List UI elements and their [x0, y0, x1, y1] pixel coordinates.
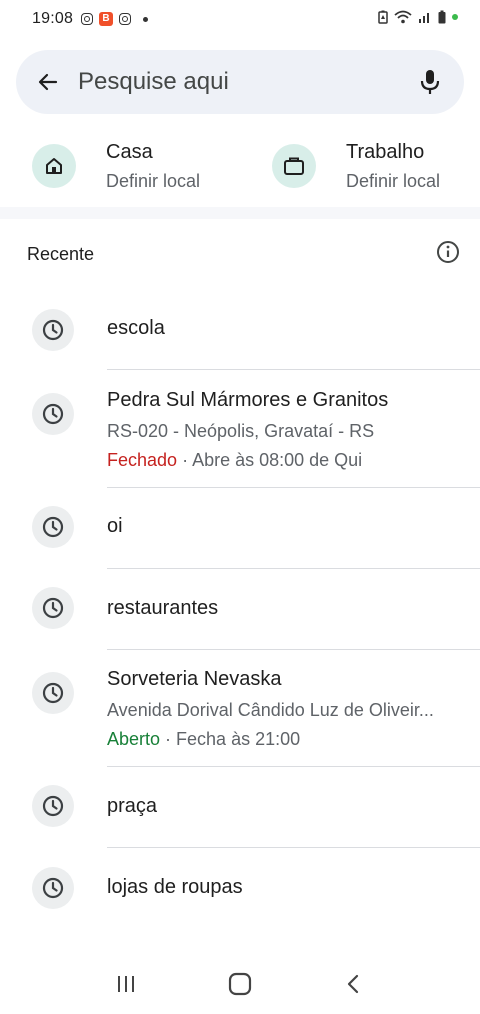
item-label: lojas de roupas [107, 876, 243, 898]
list-item[interactable]: restaurantes [0, 569, 480, 650]
system-icons [378, 10, 458, 24]
item-label: Pedra Sul Mármores e Granitos [107, 389, 389, 411]
closing-hours: · Fecha às 21:00 [160, 729, 301, 749]
opening-hours: · Abre às 08:00 de Qui [177, 450, 363, 470]
status-bar: 19:08 B [0, 0, 480, 38]
item-label: restaurantes [107, 597, 219, 619]
section-separator [0, 207, 480, 219]
instagram-icon [119, 13, 132, 25]
saved-places: Casa Definir local Trabalho Definir loca… [0, 138, 480, 198]
item-hours: Aberto · Fecha às 21:00 [107, 729, 300, 750]
item-hours: Fechado · Abre às 08:00 de Qui [107, 450, 362, 471]
home-button-icon[interactable] [227, 971, 253, 997]
history-icon [32, 309, 74, 351]
list-item[interactable]: oi [0, 488, 480, 569]
briefcase-icon [272, 144, 316, 188]
home-icon [32, 144, 76, 188]
list-item[interactable]: lojas de roupas [0, 848, 480, 929]
status-closed: Fechado [107, 450, 178, 470]
recent-heading: Recente [27, 244, 95, 264]
saved-place-title: Casa [106, 141, 153, 163]
recent-apps-icon[interactable] [114, 972, 138, 996]
wifi-icon [394, 10, 412, 24]
system-navigation-bar [0, 954, 480, 1014]
status-open: Aberto [107, 729, 161, 749]
item-address: RS-020 - Neópolis, Gravataí - RS [107, 421, 375, 441]
history-icon [32, 393, 74, 435]
item-address: Avenida Dorival Cândido Luz de Oliveir..… [107, 700, 434, 720]
item-label: praça [107, 795, 158, 817]
signal-icon [419, 13, 429, 23]
back-arrow-icon[interactable] [34, 68, 62, 96]
list-item[interactable]: praça [0, 767, 480, 848]
saved-place-home[interactable]: Casa Definir local [32, 138, 200, 196]
history-icon [32, 867, 74, 909]
battery-saver-icon [378, 10, 388, 24]
list-item[interactable]: escola [0, 300, 480, 370]
status-time: 19:08 [32, 10, 74, 27]
info-icon[interactable] [436, 240, 460, 264]
saved-place-subtitle: Definir local [346, 171, 441, 191]
search-input[interactable]: Pesquise aqui [78, 68, 416, 96]
history-icon [32, 785, 74, 827]
saved-place-work[interactable]: Trabalho Definir local [272, 138, 440, 196]
notification-icons: B [81, 12, 149, 26]
search-bar[interactable]: Pesquise aqui [16, 50, 464, 114]
history-icon [32, 672, 74, 714]
saved-place-title: Trabalho [346, 141, 425, 163]
microphone-icon[interactable] [416, 68, 444, 96]
app-notification-icon: B [99, 12, 114, 26]
instagram-icon [81, 13, 94, 25]
history-icon [32, 506, 74, 548]
divider [107, 369, 480, 370]
item-label: Sorveteria Nevaska [107, 668, 282, 690]
item-label: oi [107, 515, 123, 537]
list-item[interactable]: Pedra Sul Mármores e Granitos RS-020 - N… [0, 371, 480, 488]
back-button-icon[interactable] [342, 972, 366, 996]
item-label: escola [107, 317, 165, 339]
saved-place-subtitle: Definir local [106, 171, 201, 191]
privacy-indicator-dot [452, 14, 458, 20]
list-item[interactable]: Sorveteria Nevaska Avenida Dorival Cândi… [0, 650, 480, 767]
more-notifications-dot [143, 16, 149, 22]
history-icon [32, 587, 74, 629]
battery-icon [438, 10, 446, 24]
